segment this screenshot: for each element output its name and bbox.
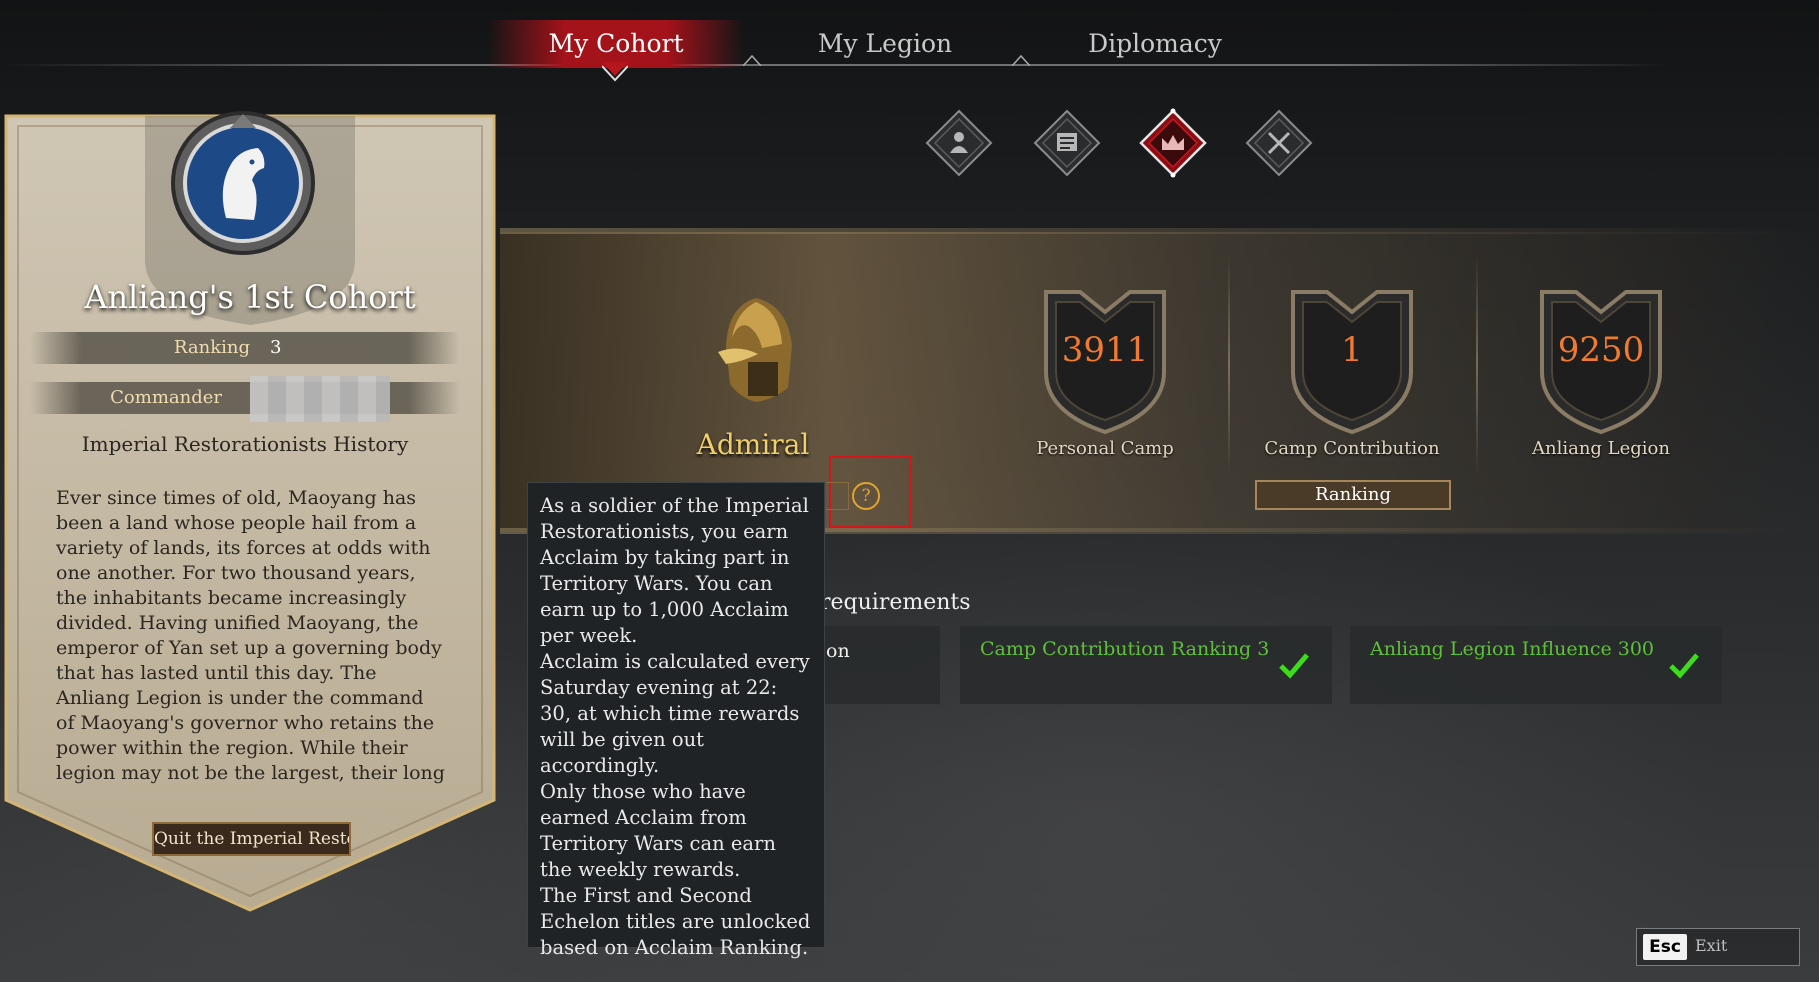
stat-divider [1228, 255, 1230, 475]
requirement-card: Camp Contribution Ranking 3 [960, 626, 1332, 704]
person-icon [925, 109, 993, 177]
quit-faction-button[interactable]: Quit the Imperial Restorationists [152, 822, 351, 856]
crossed-swords-category-button[interactable] [1244, 108, 1314, 178]
band-top-edge [500, 228, 1800, 234]
requirement-partial-text: on [826, 640, 850, 662]
camp-contribution-label: Camp Contribution [1264, 438, 1440, 459]
ranking-row: Ranking 3 [30, 332, 460, 364]
checkmark-icon [1669, 653, 1699, 679]
help-icon[interactable]: ? [852, 482, 880, 510]
crown-category-button[interactable] [1138, 108, 1208, 178]
active-tab-pointer-icon [602, 62, 628, 82]
requirements-title: requirements [820, 590, 971, 615]
tooltip-text: As a soldier of the Imperial Restoration… [540, 494, 811, 959]
cohort-name: Anliang's 1st Cohort [84, 278, 416, 316]
tab-separator-notch-icon [743, 54, 761, 66]
top-tab-bar: My Cohort My Legion Diplomacy [0, 0, 1819, 82]
requirement-text: Anliang Legion Influence 300 [1370, 638, 1655, 660]
anliang-legion-label: Anliang Legion [1532, 438, 1670, 459]
personal-camp-value: 3911 [1061, 330, 1149, 370]
person-category-button[interactable] [924, 108, 994, 178]
tab-my-legion[interactable]: My Legion [790, 20, 980, 68]
crown-icon [1139, 108, 1207, 178]
checkmark-icon [1279, 653, 1309, 679]
history-title: Imperial Restorationists History [81, 432, 409, 456]
esc-key-button[interactable]: Esc [1643, 934, 1687, 960]
helmet-rank-icon [718, 298, 792, 402]
help-adjacent-frame [826, 482, 849, 510]
history-text: Ever since times of old, Maoyang has bee… [56, 487, 445, 784]
camp-contribution-value: 1 [1341, 330, 1363, 370]
tab-my-cohort[interactable]: My Cohort [488, 20, 744, 68]
tab-separator-notch-icon [1012, 54, 1030, 66]
personal-camp-label: Personal Camp [1036, 438, 1174, 459]
commander-name-redacted [250, 376, 390, 422]
requirement-card: Anliang Legion Influence 300 [1350, 626, 1722, 704]
tab-diplomacy[interactable]: Diplomacy [1060, 20, 1250, 68]
crossed-swords-icon [1245, 109, 1313, 177]
exit-label: Exit [1695, 936, 1728, 955]
stat-divider [1476, 255, 1478, 475]
requirement-text: Camp Contribution Ranking 3 [980, 638, 1270, 660]
anliang-legion-value: 9250 [1557, 330, 1645, 370]
help-tooltip: As a soldier of the Imperial Restoration… [527, 482, 825, 959]
cohort-emblem-icon [171, 111, 315, 255]
exit-hint: Esc Exit [1636, 928, 1800, 966]
commander-row: Commander [30, 382, 460, 414]
ranking-label: Ranking [173, 337, 250, 358]
ranking-button[interactable]: Ranking [1255, 480, 1451, 510]
ranking-value: 3 [270, 337, 282, 358]
document-category-button[interactable] [1032, 108, 1102, 178]
commander-label: Commander [110, 387, 222, 408]
document-icon [1033, 109, 1101, 177]
